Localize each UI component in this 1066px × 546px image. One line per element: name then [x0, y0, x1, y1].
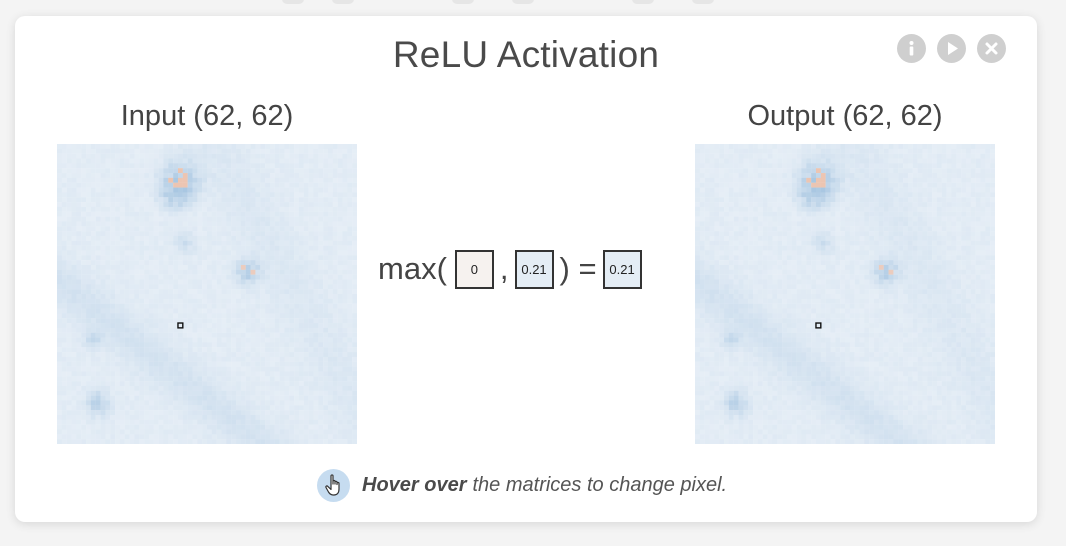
output-value-cell: 0.21	[602, 249, 642, 289]
hover-hint: Hover over the matrices to change pixel.	[317, 468, 727, 502]
output-matrix[interactable]	[695, 144, 995, 444]
zero-cell: 0	[454, 249, 494, 289]
input-matrix[interactable]	[57, 144, 357, 444]
info-icon	[909, 41, 914, 56]
play-icon	[948, 42, 958, 55]
hint-text: the matrices to change pixel.	[472, 473, 728, 496]
hint-bold: Hover over	[362, 473, 467, 496]
output-matrix-canvas	[695, 144, 995, 444]
hand-pointer-icon	[317, 468, 350, 502]
relu-formula: max( 0 , 0.21 ) = 0.21	[378, 248, 642, 290]
input-value-cell: 0.21	[514, 249, 554, 289]
formula-equals: ) =	[559, 251, 597, 286]
background-decoration	[0, 0, 1066, 4]
input-label: Input (62, 62)	[120, 100, 294, 132]
input-matrix-canvas	[57, 144, 357, 444]
formula-max: max(	[378, 251, 447, 286]
modal-title: ReLU Activation	[392, 34, 660, 75]
output-label: Output (62, 62)	[747, 100, 943, 132]
relu-modal: ReLU Activation Input (62, 62) max( 0 , …	[15, 16, 1037, 522]
close-button[interactable]	[977, 34, 1006, 63]
play-button[interactable]	[937, 34, 966, 63]
formula-comma: ,	[499, 251, 509, 286]
close-icon	[985, 42, 998, 55]
info-button[interactable]	[897, 34, 926, 63]
